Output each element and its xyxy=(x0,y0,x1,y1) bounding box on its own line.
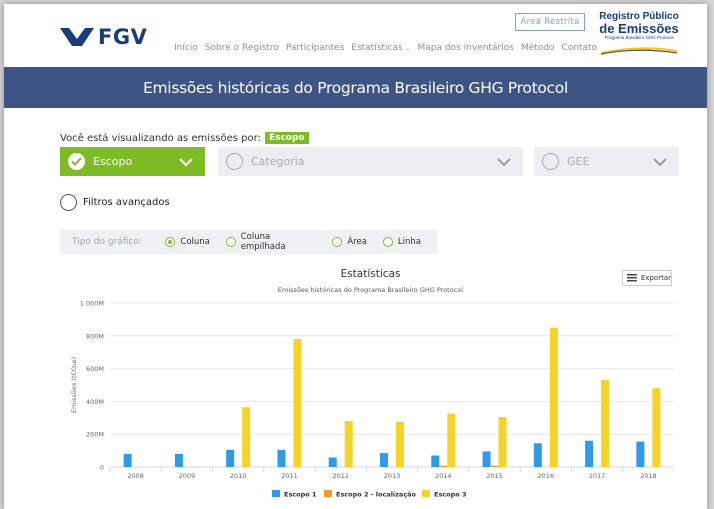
bar-escopo1 xyxy=(431,455,440,467)
bar-escopo1 xyxy=(174,453,183,467)
bar-escopo1 xyxy=(636,441,645,467)
bar-escopo2 xyxy=(490,465,499,467)
bar-escopo1 xyxy=(123,453,132,467)
bar-escopo1 xyxy=(533,443,542,467)
y-tick-label: 200M xyxy=(86,431,104,439)
x-tick-label: 2012 xyxy=(332,472,349,480)
bar-escopo3 xyxy=(447,413,456,467)
x-tick-label: 2015 xyxy=(486,472,503,480)
x-tick-label: 2013 xyxy=(384,472,401,480)
bar-escopo3 xyxy=(344,421,353,467)
x-tick-label: 2014 xyxy=(435,472,452,480)
legend-label: Escopo 2 - localização xyxy=(336,491,417,499)
bar-escopo1 xyxy=(277,449,286,467)
bar-escopo1 xyxy=(585,440,594,467)
bar-escopo3 xyxy=(293,339,302,467)
y-tick-label: 600M xyxy=(86,365,104,373)
bar-escopo1 xyxy=(380,453,388,467)
bar-escopo1 xyxy=(482,451,491,467)
bar-escopo1 xyxy=(226,449,235,467)
y-tick-label: 800M xyxy=(86,332,104,340)
y-tick-label: 0 xyxy=(100,464,104,472)
legend-swatch xyxy=(324,490,332,497)
x-tick-label: 2009 xyxy=(179,472,196,480)
bar-escopo3 xyxy=(498,416,507,467)
bar-escopo2 xyxy=(439,465,448,467)
x-tick-label: 2008 xyxy=(127,472,144,480)
page-frame: FGV Início Sobre o Registro Participante… xyxy=(4,4,707,509)
chart-canvas: 0 200M 400M 600M 800M 1.000M Emissões (tCO₂e) 2… xyxy=(70,300,674,499)
legend-label: Escopo 3 xyxy=(434,491,467,499)
bar-escopo3 xyxy=(549,327,558,467)
x-tick-label: 2010 xyxy=(230,472,247,480)
y-tick-label: 1.000M xyxy=(80,300,104,308)
bar-escopo3 xyxy=(601,380,610,467)
legend-swatch xyxy=(422,490,430,497)
y-tick-label: 400M xyxy=(86,398,104,406)
bar-escopo1 xyxy=(328,457,337,467)
bar-escopo3 xyxy=(242,407,251,467)
x-tick-label: 2016 xyxy=(538,472,555,480)
legend-label: Escopo 1 xyxy=(284,491,317,499)
legend-swatch xyxy=(272,490,280,497)
x-tick-label: 2017 xyxy=(589,472,606,480)
x-tick-label: 2018 xyxy=(640,472,657,480)
bar-escopo3 xyxy=(652,388,661,467)
x-tick-label: 2011 xyxy=(281,472,298,480)
y-axis-label: Emissões (tCO₂e) xyxy=(70,357,78,413)
bar-escopo3 xyxy=(396,421,404,467)
